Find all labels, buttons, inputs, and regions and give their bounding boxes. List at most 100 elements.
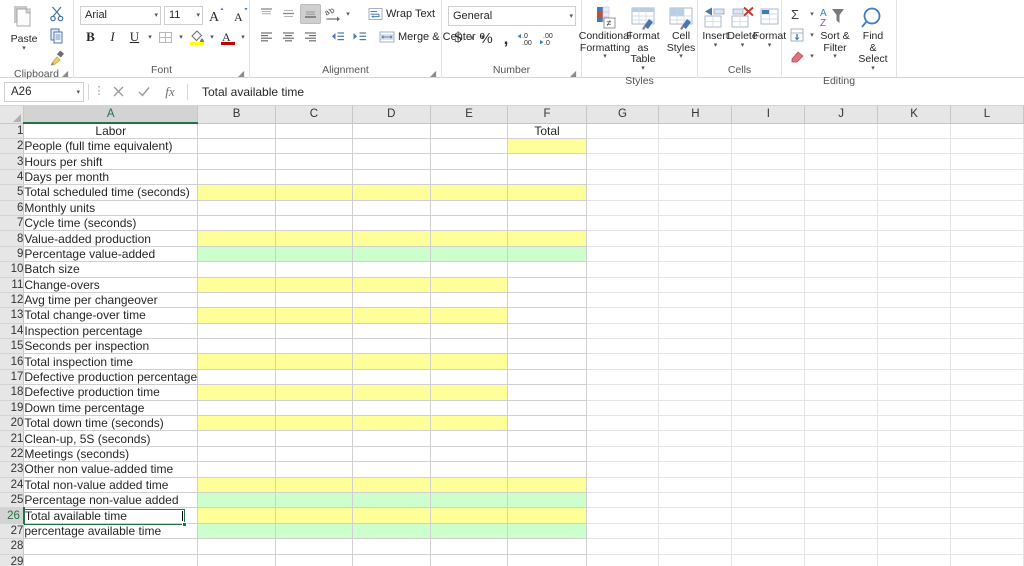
cell-f2[interactable] <box>508 139 586 154</box>
cell-b22[interactable] <box>198 446 276 461</box>
cell-c9[interactable] <box>275 246 352 261</box>
font-name-caret-icon[interactable]: ▾ <box>154 11 158 19</box>
row-header-6[interactable]: 6 <box>0 200 24 215</box>
conditional-formatting-caret-icon[interactable]: ▾ <box>603 54 607 60</box>
fill-dropdown-caret-icon[interactable]: ▾ <box>808 31 816 39</box>
cell-a25[interactable]: Percentage non-value added <box>24 492 198 507</box>
cell-b12[interactable] <box>198 292 276 307</box>
number-format-caret-icon[interactable]: ▾ <box>569 12 573 20</box>
column-header-h[interactable]: H <box>659 106 732 123</box>
cell-l12[interactable] <box>951 292 1024 307</box>
cell-c21[interactable] <box>275 431 352 446</box>
cell-j5[interactable] <box>805 185 878 200</box>
cell-c15[interactable] <box>275 339 352 354</box>
cell-d28[interactable] <box>352 539 430 554</box>
cell-k10[interactable] <box>878 262 951 277</box>
cell-c17[interactable] <box>275 369 352 384</box>
cell-h8[interactable] <box>659 231 732 246</box>
cell-d22[interactable] <box>352 446 430 461</box>
cell-j14[interactable] <box>805 323 878 338</box>
cell-d25[interactable] <box>352 492 430 507</box>
cell-j27[interactable] <box>805 523 878 538</box>
cell-e14[interactable] <box>430 323 508 338</box>
cell-d20[interactable] <box>352 416 430 431</box>
cell-l29[interactable] <box>951 554 1024 566</box>
cell-d19[interactable] <box>352 400 430 415</box>
cell-i9[interactable] <box>732 246 805 261</box>
cell-l28[interactable] <box>951 539 1024 554</box>
cell-i19[interactable] <box>732 400 805 415</box>
cut-button[interactable] <box>46 4 67 24</box>
cell-e1[interactable] <box>430 123 508 139</box>
row-header-20[interactable]: 20 <box>0 416 24 431</box>
cell-h11[interactable] <box>659 277 732 292</box>
cell-c13[interactable] <box>275 308 352 323</box>
cell-e15[interactable] <box>430 339 508 354</box>
cell-e27[interactable] <box>430 523 508 538</box>
cell-b24[interactable] <box>198 477 276 492</box>
row-header-18[interactable]: 18 <box>0 385 24 400</box>
cell-h9[interactable] <box>659 246 732 261</box>
cell-a7[interactable]: Cycle time (seconds) <box>24 215 198 230</box>
cell-g10[interactable] <box>586 262 659 277</box>
cell-i29[interactable] <box>732 554 805 566</box>
cell-i15[interactable] <box>732 339 805 354</box>
cell-e18[interactable] <box>430 385 508 400</box>
cell-e10[interactable] <box>430 262 508 277</box>
cell-g16[interactable] <box>586 354 659 369</box>
cell-b23[interactable] <box>198 462 276 477</box>
cell-a12[interactable]: Avg time per changeover <box>24 292 198 307</box>
cell-j4[interactable] <box>805 169 878 184</box>
cell-d26[interactable] <box>352 508 430 523</box>
cell-f12[interactable] <box>508 292 586 307</box>
row-header-17[interactable]: 17 <box>0 369 24 384</box>
cell-h20[interactable] <box>659 416 732 431</box>
cell-k28[interactable] <box>878 539 951 554</box>
cell-a6[interactable]: Monthly units <box>24 200 198 215</box>
cell-c25[interactable] <box>275 492 352 507</box>
font-name-input[interactable]: Arial ▾ <box>80 6 161 25</box>
cell-j17[interactable] <box>805 369 878 384</box>
cell-i12[interactable] <box>732 292 805 307</box>
accounting-dropdown-caret-icon[interactable]: ▾ <box>468 34 476 42</box>
cell-b8[interactable] <box>198 231 276 246</box>
cell-k9[interactable] <box>878 246 951 261</box>
cell-f19[interactable] <box>508 400 586 415</box>
cell-h12[interactable] <box>659 292 732 307</box>
cell-j21[interactable] <box>805 431 878 446</box>
row-header-28[interactable]: 28 <box>0 539 24 554</box>
cell-j3[interactable] <box>805 154 878 169</box>
cell-d7[interactable] <box>352 215 430 230</box>
cell-a17[interactable]: Defective production percentage <box>24 369 198 384</box>
cell-j18[interactable] <box>805 385 878 400</box>
cell-d24[interactable] <box>352 477 430 492</box>
cell-i3[interactable] <box>732 154 805 169</box>
enter-formula-button[interactable] <box>131 82 157 102</box>
cell-f3[interactable] <box>508 154 586 169</box>
cell-a21[interactable]: Clean-up, 5S (seconds) <box>24 431 198 446</box>
row-header-27[interactable]: 27 <box>0 523 24 538</box>
cell-h25[interactable] <box>659 492 732 507</box>
cell-a15[interactable]: Seconds per inspection <box>24 339 198 354</box>
cell-a4[interactable]: Days per month <box>24 169 198 184</box>
cell-f6[interactable] <box>508 200 586 215</box>
cell-l18[interactable] <box>951 385 1024 400</box>
alignment-dialog-launcher[interactable]: ◢ <box>430 69 439 78</box>
cell-k3[interactable] <box>878 154 951 169</box>
cell-f1[interactable]: Total <box>508 123 586 139</box>
cell-j23[interactable] <box>805 462 878 477</box>
cell-e2[interactable] <box>430 139 508 154</box>
cell-h28[interactable] <box>659 539 732 554</box>
cell-j7[interactable] <box>805 215 878 230</box>
row-header-9[interactable]: 9 <box>0 246 24 261</box>
cell-h6[interactable] <box>659 200 732 215</box>
cell-h14[interactable] <box>659 323 732 338</box>
cell-c18[interactable] <box>275 385 352 400</box>
cell-h16[interactable] <box>659 354 732 369</box>
cell-c4[interactable] <box>275 169 352 184</box>
cell-l27[interactable] <box>951 523 1024 538</box>
cell-c7[interactable] <box>275 215 352 230</box>
cell-d23[interactable] <box>352 462 430 477</box>
cell-g7[interactable] <box>586 215 659 230</box>
cell-i5[interactable] <box>732 185 805 200</box>
